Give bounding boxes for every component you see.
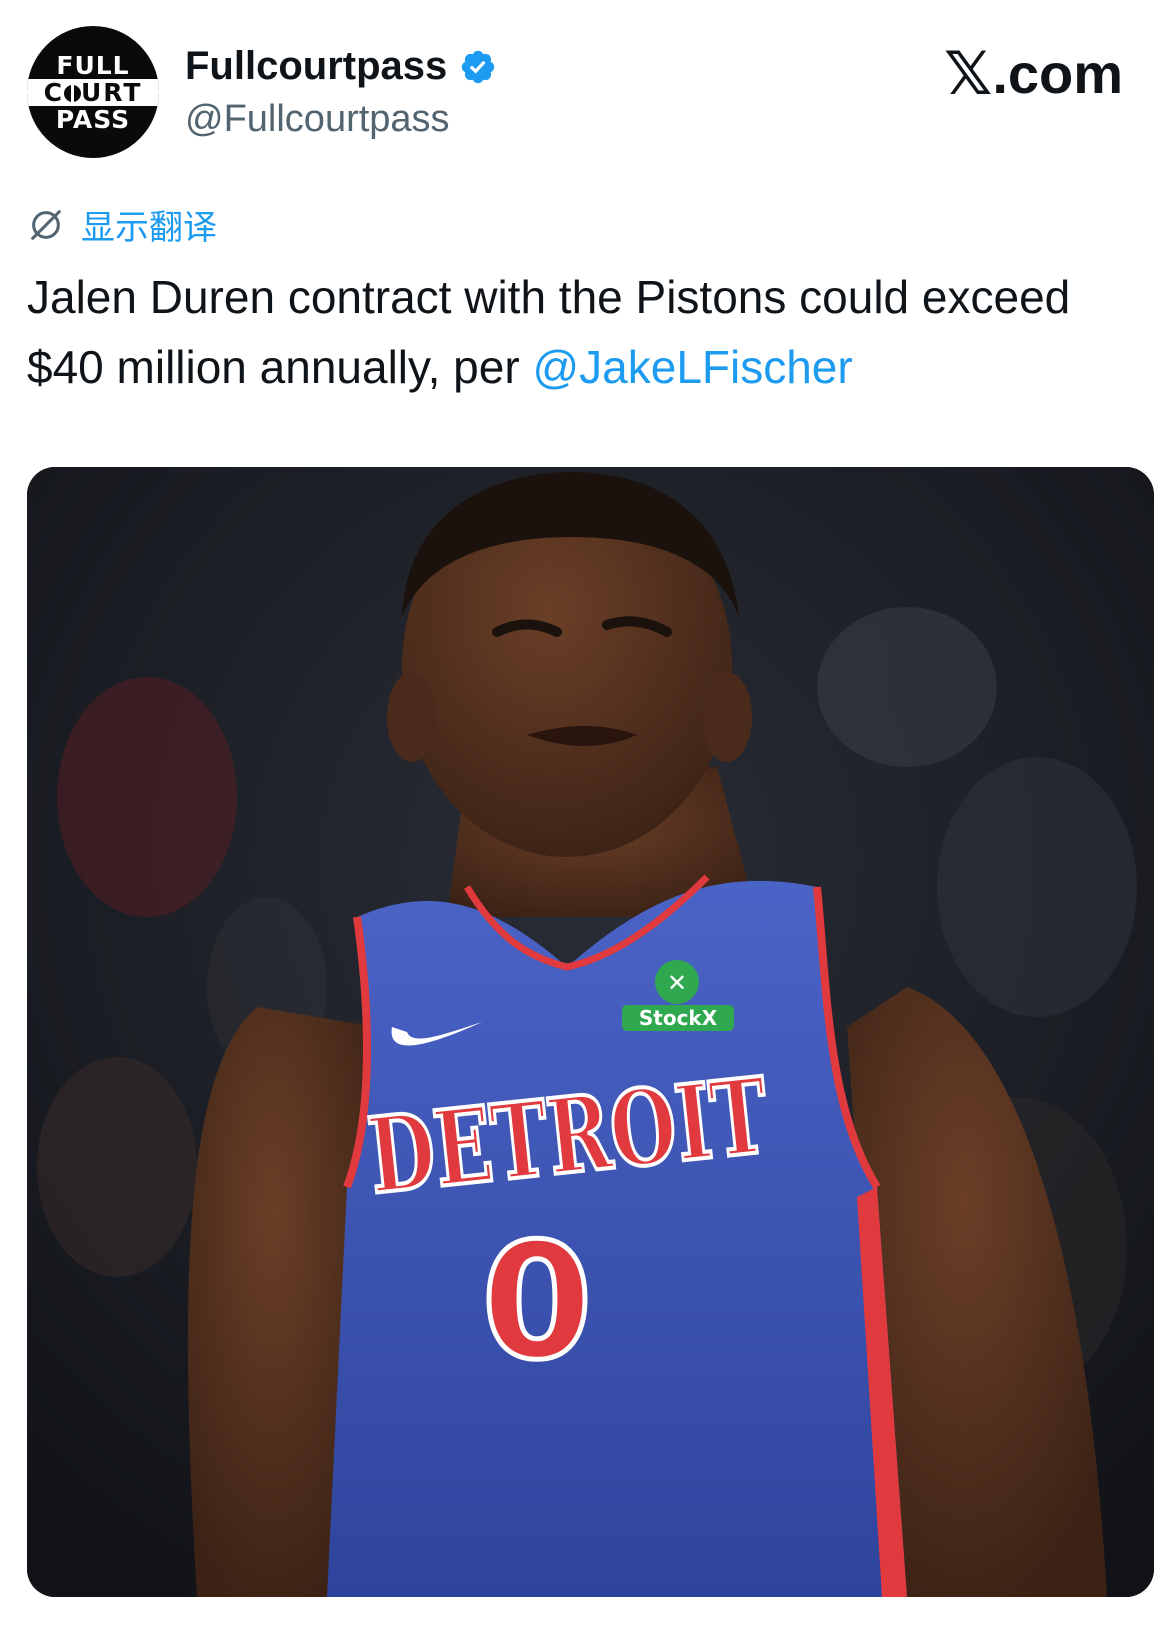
avatar-text-pass: PASS bbox=[55, 104, 131, 134]
x-logo-icon: 𝕏 bbox=[944, 39, 993, 109]
avatar[interactable]: FULL C URT PASS bbox=[27, 26, 159, 158]
player-photo: ✕ StockX DETROIT 0 bbox=[27, 467, 1154, 1597]
svg-text:✕: ✕ bbox=[667, 969, 687, 997]
author-name-row: Fullcourtpass bbox=[185, 44, 497, 89]
show-translation-link[interactable]: 显示翻译 bbox=[27, 200, 217, 249]
sponsor-text: StockX bbox=[639, 1006, 718, 1030]
avatar-text-court: C URT bbox=[27, 78, 159, 106]
basketball-icon bbox=[63, 84, 81, 102]
translate-globe-icon bbox=[31, 209, 61, 240]
tweet-text: Jalen Duren contract with the Pistons co… bbox=[27, 262, 1127, 402]
author-display-name[interactable]: Fullcourtpass bbox=[185, 44, 447, 89]
author-handle[interactable]: @Fullcourtpass bbox=[185, 98, 450, 141]
x-logo: 𝕏 .com bbox=[944, 44, 1123, 104]
verified-badge-icon bbox=[462, 50, 495, 83]
x-domain-text: .com bbox=[992, 42, 1124, 105]
tweet-media-image[interactable]: ✕ StockX DETROIT 0 bbox=[27, 467, 1154, 1597]
mention-link[interactable]: @JakeLFischer bbox=[532, 341, 852, 393]
jersey bbox=[327, 880, 907, 1597]
show-translation-label: 显示翻译 bbox=[81, 208, 217, 248]
avatar-text-full: FULL bbox=[56, 50, 130, 80]
jersey-number-text: 0 bbox=[481, 1208, 592, 1395]
